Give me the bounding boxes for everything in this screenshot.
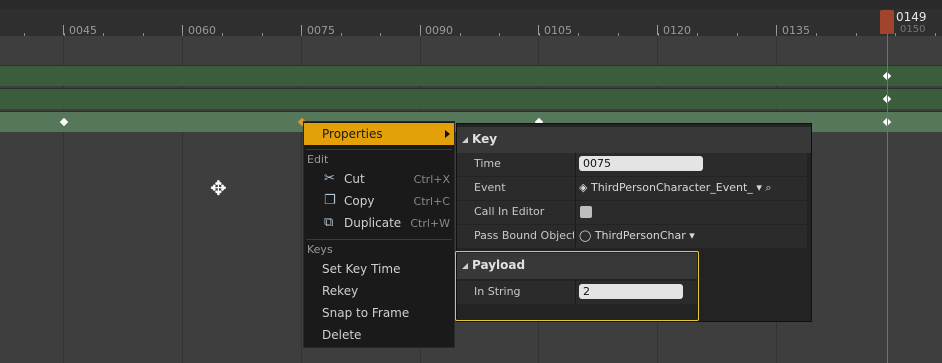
column-divider (575, 225, 576, 248)
playhead-handle[interactable] (880, 10, 894, 34)
ruler-minor-tick (816, 33, 817, 36)
tick-label: 0135 (782, 24, 810, 37)
column-divider (575, 201, 576, 224)
menu-divider (306, 239, 452, 240)
rekey-item[interactable]: Rekey (304, 281, 454, 303)
next-frame-label: 0150 (900, 24, 926, 35)
time-row: Time 0075 (457, 153, 807, 176)
copy-icon: ❐ (324, 193, 336, 208)
ruler-minor-tick (618, 33, 619, 36)
tick-label: 0105 (544, 24, 572, 37)
chevron-down-icon: ▾ (689, 229, 695, 242)
ruler-minor-tick (499, 33, 500, 36)
cut-shortcut: Ctrl+X (413, 173, 450, 186)
context-menu: Properties Edit ✂ Cut Ctrl+X ❐ Copy Ctrl… (303, 121, 455, 348)
ruler-minor-tick (539, 33, 540, 36)
pass-bound-object-label: Pass Bound Object T (474, 229, 574, 242)
snap-to-frame-item[interactable]: Snap to Frame (304, 303, 454, 325)
rekey-label: Rekey (322, 284, 359, 298)
time-input[interactable]: 0075 (579, 156, 703, 171)
properties-menu-item[interactable]: Properties (304, 123, 454, 145)
call-in-editor-checkbox[interactable] (580, 206, 592, 218)
keys-section-label: Keys (307, 243, 333, 256)
ruler-minor-tick (380, 33, 381, 36)
ruler-minor-tick (578, 33, 579, 36)
delete-item[interactable]: Delete (304, 325, 454, 347)
delete-label: Delete (322, 328, 362, 342)
tick-label: 0045 (69, 24, 97, 37)
ruler-minor-tick (856, 33, 857, 36)
copy-shortcut: Ctrl+C (413, 195, 450, 208)
call-in-editor-label: Call In Editor (474, 205, 545, 218)
tick-label: 0060 (188, 24, 216, 37)
ruler-minor-tick (341, 33, 342, 36)
event-icon: ◈ (579, 181, 588, 194)
key-category-header[interactable]: Key (457, 127, 811, 153)
duplicate-menu-item[interactable]: ⧉ Duplicate Ctrl+W (304, 213, 454, 235)
pass-bound-object-value: ThirdPersonChar (594, 229, 686, 242)
payload-highlight-frame (455, 251, 699, 321)
cut-label: Cut (344, 172, 365, 186)
ruler-minor-tick (143, 33, 144, 36)
cut-menu-item[interactable]: ✂ Cut Ctrl+X (304, 169, 454, 191)
tick-label: 0090 (425, 24, 453, 37)
time-label: Time (474, 157, 501, 170)
binding-icon: ◯ (579, 229, 592, 242)
duplicate-icon: ⧉ (324, 215, 334, 230)
properties-label: Properties (322, 127, 383, 141)
menu-divider (306, 149, 452, 150)
duplicate-shortcut: Ctrl+W (410, 217, 450, 230)
snap-to-frame-label: Snap to Frame (322, 306, 410, 320)
move-cursor-icon: ✥ (210, 176, 227, 200)
tick-label: 0120 (663, 24, 691, 37)
event-dropdown[interactable]: ◈ ThirdPersonCharacter_Event_ ▾ ⌕ (579, 181, 772, 195)
submenu-arrow-icon (445, 130, 450, 138)
set-key-time-item[interactable]: Set Key Time (304, 259, 454, 281)
ruler-minor-tick (24, 33, 25, 36)
edit-section-label: Edit (307, 153, 329, 166)
tick-label: 0075 (307, 24, 335, 37)
ruler-minor-tick (103, 33, 104, 36)
call-in-editor-row: Call In Editor (457, 201, 807, 224)
copy-menu-item[interactable]: ❐ Copy Ctrl+C (304, 191, 454, 213)
set-key-time-label: Set Key Time (322, 262, 401, 276)
collapse-arrow-icon (462, 137, 468, 143)
track-row[interactable] (0, 65, 942, 86)
column-divider (575, 153, 576, 176)
ruler-minor-tick (895, 33, 896, 36)
track-row[interactable] (0, 88, 942, 109)
pass-bound-object-dropdown[interactable]: ◯ ThirdPersonChar ▾ (579, 229, 695, 242)
ruler-minor-tick (935, 33, 936, 36)
ruler-minor-tick (460, 33, 461, 36)
timeline-ruler[interactable]: 0045 0060 0075 0090 0105 0120 0135 (0, 9, 942, 37)
scissors-icon: ✂ (324, 171, 335, 186)
top-bar (0, 0, 942, 9)
ruler-minor-tick (737, 33, 738, 36)
copy-label: Copy (344, 194, 375, 208)
playhead-line (887, 34, 888, 363)
ruler-minor-tick (64, 33, 65, 36)
event-value: ThirdPersonCharacter_Event_ (590, 181, 753, 194)
ruler-minor-tick (697, 33, 698, 36)
column-divider (575, 177, 576, 200)
search-icon[interactable]: ⌕ (765, 181, 771, 194)
playhead-frame: 0149 (896, 10, 927, 24)
event-row: Event ◈ ThirdPersonCharacter_Event_ ▾ ⌕ (457, 177, 807, 200)
duplicate-label: Duplicate (344, 216, 402, 230)
pass-bound-object-row: Pass Bound Object T ◯ ThirdPersonChar ▾ (457, 225, 807, 248)
key-header-label: Key (472, 132, 498, 146)
chevron-down-icon: ▾ (756, 181, 762, 194)
event-label: Event (474, 181, 506, 194)
ruler-minor-tick (222, 33, 223, 36)
ruler-minor-tick (262, 33, 263, 36)
ruler-minor-tick (658, 33, 659, 36)
